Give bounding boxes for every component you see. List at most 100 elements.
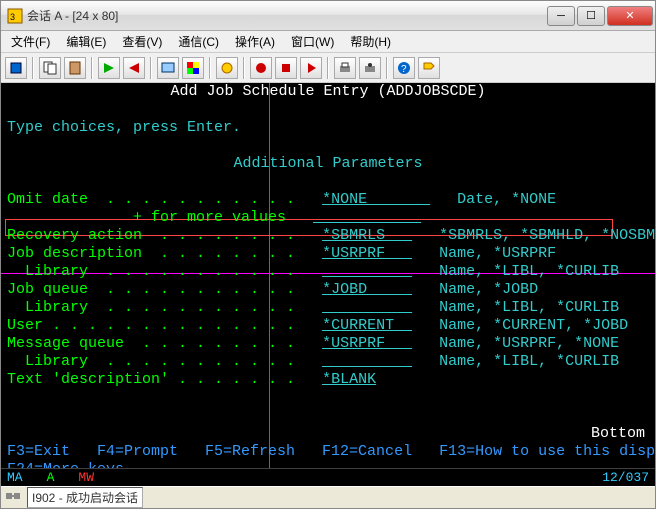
window-title: 会话 A - [24 x 80]	[27, 7, 545, 24]
window-controls: ─ ☐ ✕	[545, 6, 653, 26]
param-label: Text 'description' . . . . . . .	[7, 371, 295, 388]
param-input[interactable]	[322, 263, 412, 280]
param-label: Library . . . . . . . . . . .	[7, 353, 295, 370]
param-hint: Name, *LIBL, *CURLIB	[439, 353, 619, 370]
tool-stop-icon[interactable]	[275, 57, 297, 79]
toolbar-separator	[32, 57, 34, 79]
titlebar: 3 会话 A - [24 x 80] ─ ☐ ✕	[1, 1, 655, 31]
tool-tag-icon[interactable]	[418, 57, 440, 79]
screen-title: Add Job Schedule Entry (ADDJOBSCDE)	[7, 83, 649, 101]
close-button[interactable]: ✕	[607, 6, 653, 26]
parameter-rows: Omit date . . . . . . . . . . . *NONE Da…	[7, 191, 649, 389]
app-icon: 3	[7, 8, 23, 24]
toolbar-separator	[386, 57, 388, 79]
tool-config-icon[interactable]	[359, 57, 381, 79]
maximize-button[interactable]: ☐	[577, 6, 605, 26]
blank-row	[7, 407, 649, 425]
minimize-button[interactable]: ─	[547, 6, 575, 26]
section-header: Additional Parameters	[7, 155, 649, 173]
param-input[interactable]	[322, 299, 412, 316]
param-label: Recovery action . . . . . . . .	[7, 227, 295, 244]
menu-edit[interactable]: 编辑(E)	[60, 31, 112, 52]
menu-action[interactable]: 操作(A)	[229, 31, 281, 52]
tool-map-icon[interactable]	[216, 57, 238, 79]
param-input[interactable]: *USRPRF	[322, 245, 412, 262]
status-message: I902 - 成功启动会话	[27, 487, 143, 508]
param-input[interactable]: *USRPRF	[322, 335, 412, 352]
toolbar-separator	[327, 57, 329, 79]
menu-window[interactable]: 窗口(W)	[285, 31, 340, 52]
tool-recv-icon[interactable]	[123, 57, 145, 79]
param-input[interactable]: *CURRENT	[322, 317, 412, 334]
param-label: Omit date . . . . . . . . . . .	[7, 191, 295, 208]
param-row: User . . . . . . . . . . . . . . *CURREN…	[7, 317, 649, 335]
tool-copy-icon[interactable]	[39, 57, 61, 79]
param-label: Library . . . . . . . . . . .	[7, 299, 295, 316]
toolbar-separator	[150, 57, 152, 79]
bottom-indicator: Bottom	[7, 425, 649, 443]
param-hint: Name, *LIBL, *CURLIB	[439, 263, 619, 280]
status-mw: MW	[78, 470, 94, 485]
prompt-line: Type choices, press Enter.	[7, 119, 649, 137]
svg-text:?: ?	[401, 64, 407, 75]
param-row: Library . . . . . . . . . . . Name, *LIB…	[7, 263, 649, 281]
menu-file[interactable]: 文件(F)	[5, 31, 56, 52]
tool-print-icon[interactable]	[334, 57, 356, 79]
menu-view[interactable]: 查看(V)	[116, 31, 168, 52]
param-label: Job queue . . . . . . . . . . .	[7, 281, 295, 298]
tool-display-icon[interactable]	[157, 57, 179, 79]
status-ma: MA	[7, 470, 23, 485]
tool-paste-icon[interactable]	[64, 57, 86, 79]
svg-text:3: 3	[10, 12, 15, 22]
toolbar-separator	[209, 57, 211, 79]
terminal-statusbar: MA A MW 12/037	[1, 468, 655, 486]
param-input[interactable]	[322, 353, 412, 370]
blank-row	[7, 173, 649, 191]
terminal-screen: Add Job Schedule Entry (ADDJOBSCDE) Type…	[7, 83, 649, 468]
tool-btn-1[interactable]	[5, 57, 27, 79]
terminal-area[interactable]: Add Job Schedule Entry (ADDJOBSCDE) Type…	[1, 83, 655, 468]
blank-row	[7, 389, 649, 407]
param-label: Message queue . . . . . . . . .	[7, 335, 295, 352]
tool-color-icon[interactable]	[182, 57, 204, 79]
param-hint: *SBMRLS, *SBMHLD, *NOSBM	[439, 227, 655, 244]
function-keys-2: F24=More keys	[7, 461, 649, 468]
param-hint: Name, *JOBD	[439, 281, 538, 298]
tool-help-icon[interactable]: ?	[393, 57, 415, 79]
menu-comm[interactable]: 通信(C)	[172, 31, 225, 52]
param-input[interactable]: *JOBD	[322, 281, 412, 298]
param-row: Library . . . . . . . . . . . Name, *LIB…	[7, 353, 649, 371]
param-row: + for more values	[7, 209, 649, 227]
tool-play-icon[interactable]	[300, 57, 322, 79]
param-row: Recovery action . . . . . . . . *SBMRLS …	[7, 227, 649, 245]
toolbar-separator	[243, 57, 245, 79]
param-label: Library . . . . . . . . . . .	[7, 263, 295, 280]
param-row: Text 'description' . . . . . . . *BLANK	[7, 371, 649, 389]
param-row: Library . . . . . . . . . . . Name, *LIB…	[7, 299, 649, 317]
param-hint: Name, *USRPRF, *NONE	[439, 335, 619, 352]
cursor-position: 12/037	[602, 470, 649, 485]
param-hint: Name, *USRPRF	[439, 245, 556, 262]
param-row: Job description . . . . . . . . *USRPRF …	[7, 245, 649, 263]
param-label: User . . . . . . . . . . . . . .	[7, 317, 295, 334]
menubar: 文件(F) 编辑(E) 查看(V) 通信(C) 操作(A) 窗口(W) 帮助(H…	[1, 31, 655, 53]
function-keys-1: F3=Exit F4=Prompt F5=Refresh F12=Cancel …	[7, 443, 649, 461]
param-input[interactable]: *BLANK	[322, 371, 376, 388]
tool-record-icon[interactable]	[250, 57, 272, 79]
param-hint: Name, *LIBL, *CURLIB	[439, 299, 619, 316]
menu-help[interactable]: 帮助(H)	[344, 31, 397, 52]
toolbar-separator	[91, 57, 93, 79]
toolbar: ?	[1, 53, 655, 83]
param-input[interactable]: *SBMRLS	[322, 227, 412, 244]
param-hint: Name, *CURRENT, *JOBD	[439, 317, 628, 334]
tool-send-icon[interactable]	[98, 57, 120, 79]
param-input[interactable]	[313, 209, 421, 226]
param-label: Job description . . . . . . . .	[7, 245, 295, 262]
app-window: 3 会话 A - [24 x 80] ─ ☐ ✕ 文件(F) 编辑(E) 查看(…	[0, 0, 656, 509]
param-row: Message queue . . . . . . . . . *USRPRF …	[7, 335, 649, 353]
param-input[interactable]: *NONE	[322, 191, 430, 208]
status-a: A	[47, 470, 55, 485]
param-row: Job queue . . . . . . . . . . . *JOBD Na…	[7, 281, 649, 299]
app-statusbar: I902 - 成功启动会话	[1, 486, 655, 508]
connect-icon	[5, 489, 21, 506]
